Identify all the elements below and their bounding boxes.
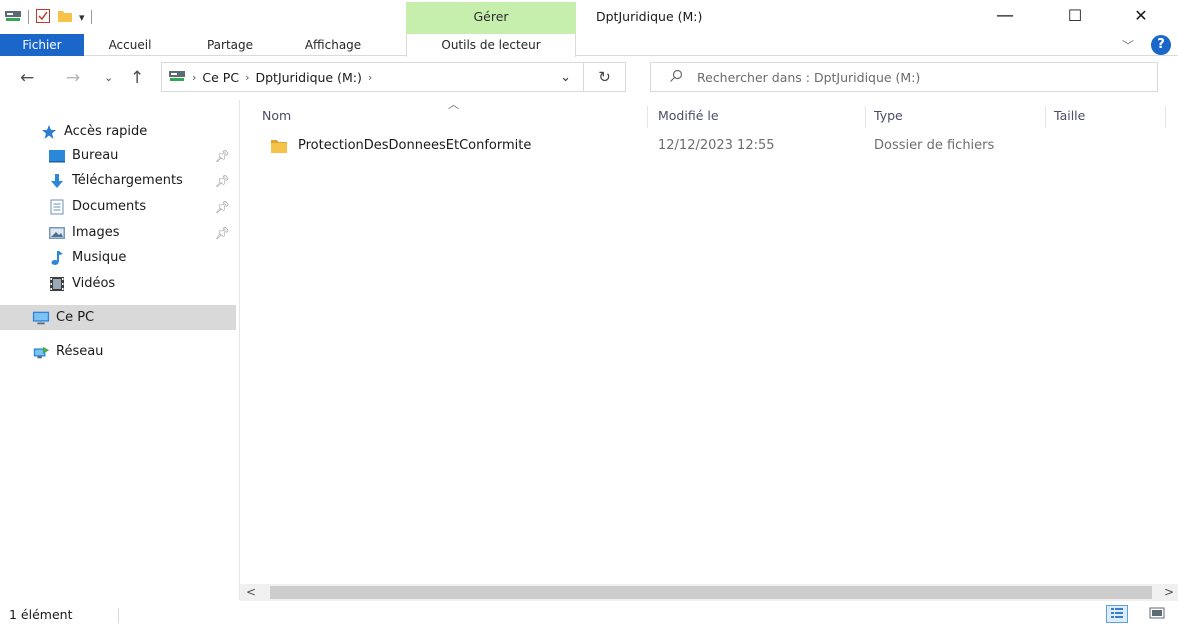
maximize-icon: ☐ bbox=[1067, 5, 1083, 25]
address-dropdown-icon[interactable]: ⌄ bbox=[560, 70, 571, 85]
computer-icon bbox=[32, 310, 50, 326]
nav-label: Réseau bbox=[56, 344, 104, 359]
scroll-left-icon[interactable]: < bbox=[246, 584, 256, 601]
separator bbox=[90, 10, 92, 24]
search-input[interactable]: Rechercher dans : DptJuridique (M:) bbox=[650, 62, 1158, 92]
recent-locations-icon[interactable]: ⌄ bbox=[104, 71, 113, 84]
column-header-nom[interactable]: Nom bbox=[254, 106, 648, 128]
tab-partage[interactable]: Partage bbox=[192, 34, 268, 56]
title-bar: ▾ Gérer DptJuridique (M:) — ☐ ✕ bbox=[0, 0, 1178, 34]
file-name: ProtectionDesDonneesEtConformite bbox=[298, 138, 532, 153]
drive-icon bbox=[168, 69, 186, 86]
large-icons-view-button[interactable] bbox=[1146, 605, 1168, 623]
help-icon[interactable]: ? bbox=[1151, 35, 1171, 55]
nav-label: Documents bbox=[72, 199, 147, 214]
manage-context-tab[interactable]: Gérer bbox=[406, 2, 576, 34]
pin-icon[interactable]: 📌︎ bbox=[215, 200, 230, 214]
tab-accueil[interactable]: Accueil bbox=[88, 34, 172, 56]
minimize-button[interactable]: — bbox=[982, 0, 1028, 30]
maximize-button[interactable]: ☐ bbox=[1052, 0, 1098, 30]
file-row[interactable]: ProtectionDesDonneesEtConformite 12/12/2… bbox=[262, 134, 1042, 158]
search-placeholder: Rechercher dans : DptJuridique (M:) bbox=[697, 69, 921, 85]
nav-item-images[interactable]: Images 📌︎ bbox=[0, 220, 236, 245]
scroll-right-icon[interactable]: > bbox=[1164, 584, 1174, 601]
forward-arrow-icon[interactable]: → bbox=[66, 68, 80, 88]
nav-label: Téléchargements bbox=[72, 173, 183, 188]
pin-icon[interactable]: 📌︎ bbox=[215, 149, 230, 163]
back-arrow-icon[interactable]: ← bbox=[20, 68, 34, 88]
up-arrow-icon[interactable]: ↑ bbox=[130, 68, 144, 88]
divider bbox=[118, 608, 119, 623]
file-type: Dossier de fichiers bbox=[874, 138, 995, 153]
close-icon: ✕ bbox=[1134, 5, 1148, 25]
minimize-icon: — bbox=[996, 4, 1014, 26]
file-modified: 12/12/2023 12:55 bbox=[658, 138, 775, 153]
close-button[interactable]: ✕ bbox=[1118, 0, 1164, 30]
nav-item-musique[interactable]: Musique bbox=[0, 245, 236, 270]
nav-label: Vidéos bbox=[72, 276, 116, 291]
images-icon bbox=[48, 225, 66, 241]
separator bbox=[28, 10, 29, 24]
item-count: 1 élément bbox=[9, 607, 73, 622]
nav-item-bureau[interactable]: Bureau 📌︎ bbox=[0, 143, 236, 168]
nav-item-documents[interactable]: Documents 📌︎ bbox=[0, 194, 236, 219]
quick-access-toolbar: ▾ bbox=[4, 4, 92, 30]
star-icon bbox=[40, 124, 58, 140]
nav-quick-access[interactable]: Accès rapide bbox=[0, 119, 236, 144]
tab-fichier[interactable]: Fichier bbox=[0, 34, 84, 56]
column-header-taille[interactable]: Taille bbox=[1046, 106, 1166, 128]
download-icon bbox=[48, 173, 66, 189]
new-folder-icon[interactable] bbox=[57, 9, 73, 26]
horizontal-scrollbar[interactable]: < > bbox=[240, 584, 1178, 601]
documents-icon bbox=[48, 199, 66, 215]
nav-network[interactable]: Réseau bbox=[0, 339, 236, 364]
drive-icon[interactable] bbox=[4, 9, 22, 26]
column-header-type[interactable]: Type bbox=[866, 106, 1046, 128]
customize-qat-icon[interactable]: ▾ bbox=[79, 11, 85, 24]
window-title: DptJuridique (M:) bbox=[596, 9, 703, 24]
tab-affichage[interactable]: Affichage bbox=[286, 34, 380, 56]
music-icon bbox=[48, 250, 66, 266]
tab-outils-de-lecteur[interactable]: Outils de lecteur bbox=[406, 34, 576, 57]
videos-icon bbox=[48, 276, 66, 292]
chevron-right-icon[interactable]: › bbox=[368, 71, 372, 84]
network-icon bbox=[32, 344, 50, 360]
chevron-right-icon[interactable]: › bbox=[245, 71, 249, 84]
nav-this-pc[interactable]: Ce PC bbox=[0, 305, 236, 330]
address-bar[interactable]: › Ce PC › DptJuridique (M:) › ⌄ bbox=[161, 62, 584, 92]
search-icon bbox=[669, 69, 683, 86]
refresh-icon: ↻ bbox=[598, 68, 611, 86]
nav-item-telechargements[interactable]: Téléchargements 📌︎ bbox=[0, 168, 236, 193]
folder-icon bbox=[270, 138, 288, 163]
address-row: ← → ⌄ ↑ › Ce PC › DptJuridique (M:) › ⌄ … bbox=[0, 56, 1178, 100]
chevron-down-icon[interactable]: ﹀ bbox=[1122, 37, 1134, 54]
navigation-pane: Accès rapide Bureau 📌︎ Téléchargements 📌… bbox=[0, 100, 240, 600]
scrollbar-thumb[interactable] bbox=[270, 586, 1152, 599]
details-view-button[interactable] bbox=[1106, 605, 1128, 623]
properties-icon[interactable] bbox=[35, 8, 51, 27]
pin-icon[interactable]: 📌︎ bbox=[215, 226, 230, 240]
breadcrumb-dptjuridique[interactable]: DptJuridique (M:) bbox=[255, 70, 361, 85]
status-bar: 1 élément bbox=[0, 602, 1178, 628]
nav-item-videos[interactable]: Vidéos bbox=[0, 271, 236, 296]
column-header-modifie-le[interactable]: Modifié le bbox=[650, 106, 866, 128]
chevron-right-icon[interactable]: › bbox=[192, 71, 196, 84]
nav-label: Musique bbox=[72, 250, 127, 265]
desktop-icon bbox=[48, 148, 66, 164]
pin-icon[interactable]: 📌︎ bbox=[215, 174, 230, 188]
nav-label: Images bbox=[72, 225, 120, 240]
nav-label: Accès rapide bbox=[64, 124, 148, 139]
details-view-icon bbox=[1110, 607, 1124, 622]
nav-label: Bureau bbox=[72, 148, 119, 163]
breadcrumb-ce-pc[interactable]: Ce PC bbox=[202, 70, 239, 85]
nav-label: Ce PC bbox=[56, 310, 95, 325]
refresh-button[interactable]: ↻ bbox=[584, 62, 626, 92]
ribbon-tabs: Fichier Accueil Partage Affichage Outils… bbox=[0, 34, 1178, 57]
large-icons-view-icon bbox=[1149, 607, 1165, 622]
